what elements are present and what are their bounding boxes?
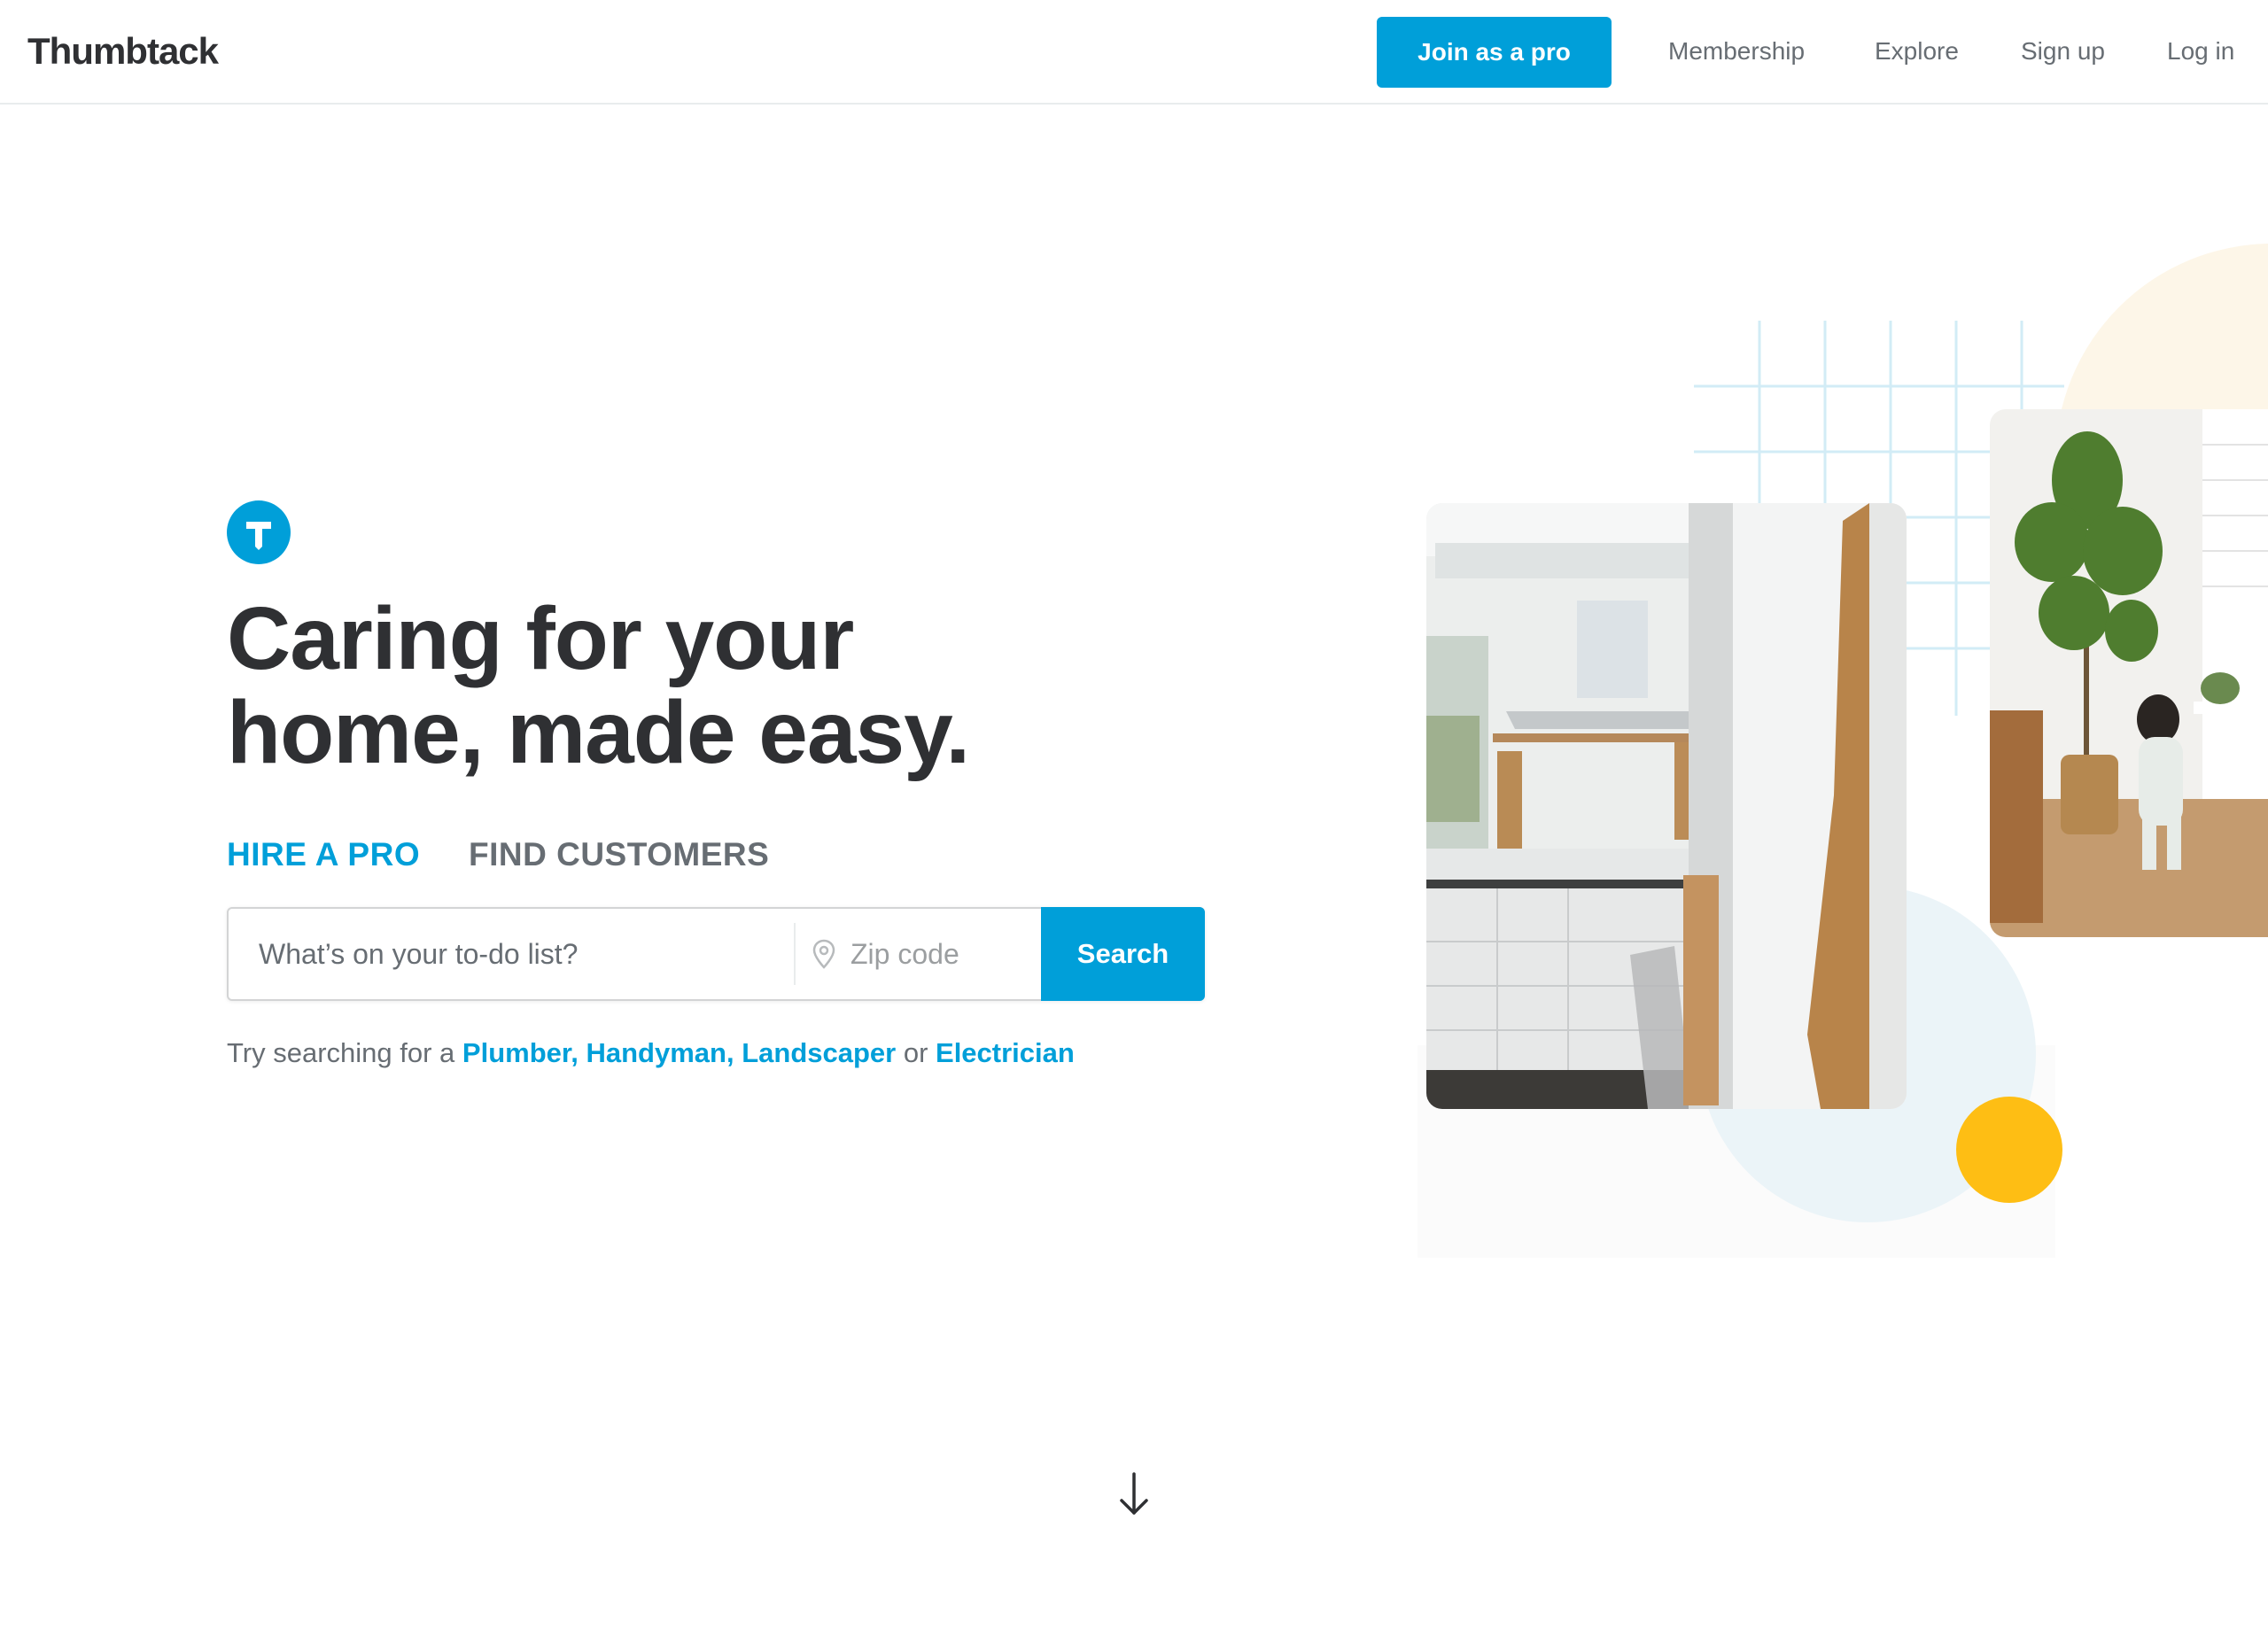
arrow-down-icon[interactable] xyxy=(1115,1470,1153,1518)
tab-find-customers[interactable]: FIND CUSTOMERS xyxy=(469,833,769,877)
suggest-landscaper-link[interactable]: Landscaper xyxy=(742,1037,896,1068)
suggest-prefix: Try searching for a xyxy=(227,1037,462,1068)
nav-login-link[interactable]: Log in xyxy=(2167,34,2234,69)
search-divider xyxy=(794,923,796,985)
map-pin-icon xyxy=(812,939,835,969)
nav-signup-link[interactable]: Sign up xyxy=(2021,34,2105,69)
top-navigation-bar: Thumbtack Join as a pro Membership Explo… xyxy=(0,0,2268,105)
suggest-handyman-link[interactable]: Handyman, xyxy=(586,1037,734,1068)
suggest-joiner: or xyxy=(896,1037,936,1068)
zip-code-input[interactable] xyxy=(849,909,1035,999)
page: Thumbtack Join as a pro Membership Explo… xyxy=(0,0,2268,1644)
search-suggestions: Try searching for a Plumber, Handyman, L… xyxy=(227,1035,1075,1072)
thumbtack-logo[interactable]: Thumbtack xyxy=(27,28,219,74)
thumbtack-t-icon xyxy=(227,500,291,564)
headline-line-1: Caring for your xyxy=(227,589,854,688)
hero-headline: Caring for your home, made easy. xyxy=(227,592,1024,779)
suggest-plumber-link[interactable]: Plumber, xyxy=(462,1037,579,1068)
join-as-pro-button[interactable]: Join as a pro xyxy=(1377,17,1612,88)
todo-search-input[interactable] xyxy=(229,909,794,999)
yellow-dot-shape xyxy=(1956,1097,2062,1203)
plant-room-photo xyxy=(1990,409,2268,937)
search-button[interactable]: Search xyxy=(1041,907,1205,1001)
suggest-electrician-link[interactable]: Electrician xyxy=(936,1037,1075,1068)
headline-line-2: home, made easy. xyxy=(227,683,970,782)
hero-background-art xyxy=(1418,244,2268,1258)
tab-hire-a-pro[interactable]: HIRE A PRO xyxy=(227,833,420,877)
nav-explore-link[interactable]: Explore xyxy=(1875,34,1959,69)
kitchen-renovation-photo xyxy=(1426,503,1907,1109)
nav-membership-link[interactable]: Membership xyxy=(1668,34,1805,69)
